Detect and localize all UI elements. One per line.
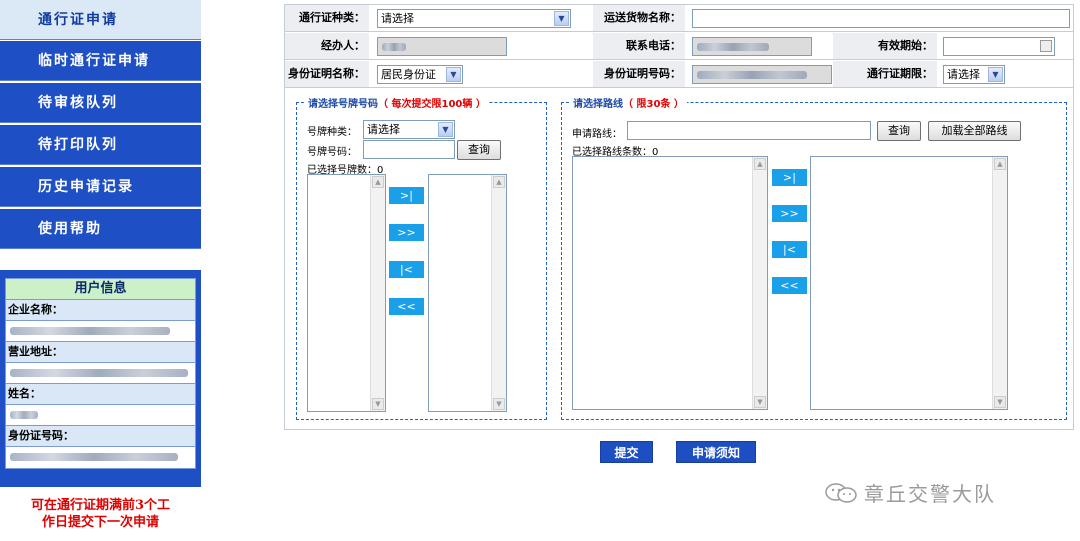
watermark-text: 章丘交警大队 — [864, 482, 996, 506]
calendar-icon[interactable] — [1040, 40, 1052, 52]
submit-button[interactable]: 提交 — [600, 441, 653, 463]
application-form: 通行证种类： 请选择 ▼ 运送货物名称： 经办人： 联系电话： 有效期始： 身份证… — [284, 4, 1074, 430]
scroll-up-icon[interactable]: ▲ — [372, 176, 384, 188]
scrollbar[interactable]: ▲ ▼ — [370, 175, 385, 411]
route-selection-panel: 请选择路线（ 限30条 ） 申请路线： 查询 加载全部路线 已选择路线条数：0 … — [561, 95, 1067, 420]
cargo-name-input[interactable] — [692, 9, 1070, 28]
selected-plates-list[interactable]: ▲ ▼ — [428, 174, 507, 412]
scroll-down-icon[interactable]: ▼ — [994, 396, 1006, 408]
renewal-note-line2: 作日提交下一次申请 — [41, 515, 159, 530]
valid-start-input[interactable] — [943, 37, 1055, 56]
remove-all-routes-button[interactable]: << — [772, 277, 807, 294]
plate-number-input[interactable] — [363, 140, 455, 159]
plate-type-label: 号牌种类： — [307, 127, 357, 138]
sidebar-item-review-queue[interactable]: 待审核队列 — [0, 83, 201, 123]
route-query-button[interactable]: 查询 — [877, 121, 921, 141]
plate-selection-panel: 请选择号牌号码（ 每次提交限100辆 ） 号牌种类： 请选择 ▼ 号牌号码： 查询… — [296, 95, 547, 420]
plate-legend: 请选择号牌号码（ 每次提交限100辆 ） — [305, 95, 489, 110]
scrollbar[interactable]: ▲ ▼ — [752, 157, 767, 409]
scrollbar[interactable]: ▲ ▼ — [992, 157, 1007, 409]
id-type-select[interactable]: 居民身份证 ▼ — [377, 65, 463, 84]
id-type-value: 居民身份证 — [381, 68, 436, 81]
route-input[interactable] — [627, 121, 871, 140]
remove-all-plates-button[interactable]: << — [389, 298, 424, 315]
route-legend: 请选择路线（ 限30条 ） — [570, 95, 687, 110]
id-number-label: 身份证号码： — [6, 426, 195, 447]
sidebar-item-print-queue[interactable]: 待打印队列 — [0, 125, 201, 165]
chevron-down-icon: ▼ — [988, 67, 1003, 82]
user-name-label: 姓名： — [6, 384, 195, 405]
cargo-name-label: 运送货物名称： — [593, 5, 685, 31]
renewal-note-line1: 可在通行证期满前3个工 — [30, 498, 171, 513]
business-address-value — [6, 363, 195, 384]
phone-input[interactable] — [692, 37, 812, 56]
business-address-label: 营业地址： — [6, 342, 195, 363]
plate-number-label: 号牌号码： — [307, 147, 357, 158]
sidebar-item-help[interactable]: 使用帮助 — [0, 209, 201, 249]
add-plate-button[interactable]: >| — [389, 187, 424, 204]
add-all-routes-button[interactable]: >> — [772, 205, 807, 222]
watermark: 章丘交警大队 — [824, 478, 996, 507]
route-label: 申请路线： — [572, 129, 622, 140]
remove-route-button[interactable]: |< — [772, 241, 807, 258]
scroll-down-icon[interactable]: ▼ — [372, 398, 384, 410]
id-number-input[interactable] — [692, 65, 832, 84]
user-info-panel: 用户信息 企业名称： 营业地址： 姓名： 身份证号码： — [0, 270, 201, 487]
handler-label: 经办人： — [285, 33, 369, 59]
pass-period-value: 请选择 — [947, 68, 980, 81]
wechat-icon — [824, 482, 858, 504]
pass-type-select[interactable]: 请选择 ▼ — [377, 9, 571, 28]
user-info-title: 用户信息 — [6, 279, 195, 300]
pass-period-select[interactable]: 请选择 ▼ — [943, 65, 1005, 84]
sidebar-item-temp-pass-application[interactable]: 临时通行证申请 — [0, 41, 201, 81]
available-plates-list[interactable]: ▲ ▼ — [307, 174, 386, 412]
scroll-up-icon[interactable]: ▲ — [994, 158, 1006, 170]
user-name-value — [6, 405, 195, 426]
plate-query-button[interactable]: 查询 — [457, 140, 501, 160]
company-name-value — [6, 321, 195, 342]
company-name-label: 企业名称： — [6, 300, 195, 321]
scroll-down-icon[interactable]: ▼ — [754, 396, 766, 408]
sidebar-item-history[interactable]: 历史申请记录 — [0, 167, 201, 207]
sidebar-item-pass-application[interactable]: 通行证申请 — [0, 0, 201, 40]
id-type-label: 身份证明名称： — [285, 61, 369, 87]
chevron-down-icon: ▼ — [446, 67, 461, 82]
add-route-button[interactable]: >| — [772, 169, 807, 186]
plate-type-select[interactable]: 请选择 ▼ — [363, 120, 455, 139]
phone-label: 联系电话： — [593, 33, 685, 59]
sidebar: 通行证申请 临时通行证申请 待审核队列 待打印队列 历史申请记录 使用帮助 用户… — [0, 0, 201, 541]
remove-plate-button[interactable]: |< — [389, 261, 424, 278]
form-row-3: 身份证明名称： 居民身份证 ▼ 身份证明号码： 通行证期限： 请选择 ▼ — [285, 61, 1073, 88]
scrollbar[interactable]: ▲ ▼ — [491, 175, 506, 411]
renewal-note: 可在通行证期满前3个工 作日提交下一次申请 — [0, 497, 201, 531]
add-all-plates-button[interactable]: >> — [389, 224, 424, 241]
pass-type-label: 通行证种类： — [285, 5, 369, 31]
chevron-down-icon: ▼ — [438, 122, 453, 137]
handler-input[interactable] — [377, 37, 507, 56]
id-number-value — [6, 447, 195, 468]
load-all-routes-button[interactable]: 加载全部路线 — [928, 121, 1021, 141]
scroll-down-icon[interactable]: ▼ — [493, 398, 505, 410]
id-number-field-label: 身份证明号码： — [593, 61, 685, 87]
application-notice-button[interactable]: 申请须知 — [676, 441, 756, 463]
valid-start-label: 有效期始： — [833, 33, 937, 59]
pass-period-label: 通行证期限： — [833, 61, 937, 87]
scroll-up-icon[interactable]: ▲ — [493, 176, 505, 188]
selected-routes-list[interactable]: ▲ ▼ — [810, 156, 1008, 410]
plate-type-value: 请选择 — [367, 123, 400, 136]
available-routes-list[interactable]: ▲ ▼ — [572, 156, 768, 410]
scroll-up-icon[interactable]: ▲ — [754, 158, 766, 170]
form-row-2: 经办人： 联系电话： 有效期始： — [285, 33, 1073, 60]
chevron-down-icon: ▼ — [554, 11, 569, 26]
form-row-1: 通行证种类： 请选择 ▼ 运送货物名称： — [285, 5, 1073, 32]
pass-type-value: 请选择 — [381, 12, 414, 25]
